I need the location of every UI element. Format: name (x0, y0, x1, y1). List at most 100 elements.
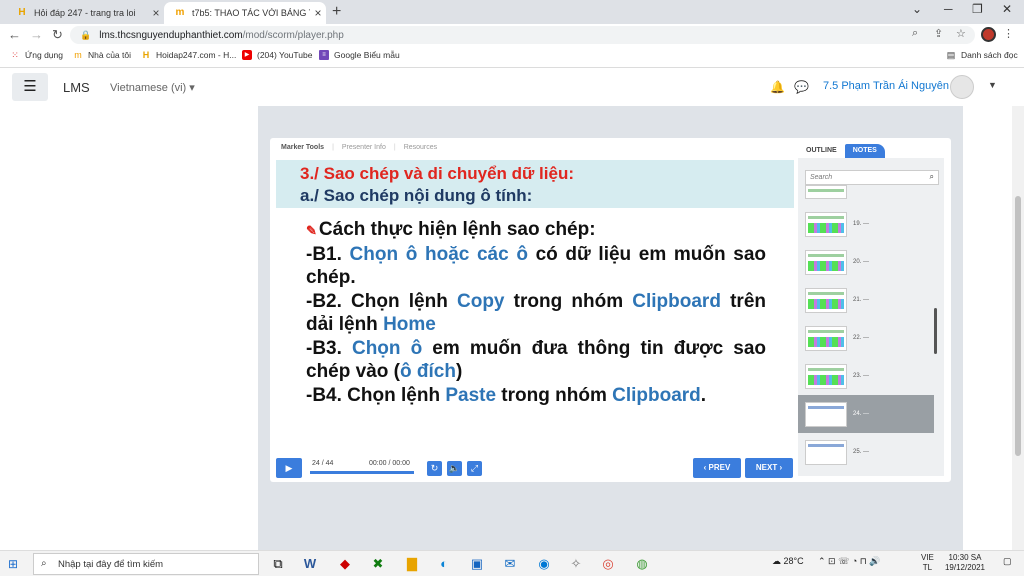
bookmark-youtube[interactable]: ▶ (204) YouTube (242, 50, 312, 60)
close-tab-icon[interactable]: × (310, 6, 326, 20)
tab-notes[interactable]: NOTES (844, 144, 885, 158)
app-icon[interactable]: ◉ (534, 554, 554, 574)
reading-list[interactable]: ▤ Danh sách đọc (946, 50, 1018, 60)
outline-item-label: 19. --- (853, 221, 870, 227)
maximize-icon[interactable]: ❐ (972, 2, 983, 16)
word-app-icon[interactable]: W (300, 554, 320, 574)
task-view-icon[interactable]: ⧉ (268, 554, 288, 574)
outline-item-label: 25. --- (853, 449, 870, 455)
slide-thumbnail (805, 364, 847, 389)
weather-temp: 28°C (783, 556, 804, 566)
back-arrow-icon[interactable]: ← (8, 27, 21, 42)
chat-bubble-icon[interactable]: 💬 (794, 80, 809, 94)
outline-item[interactable]: 23. --- (798, 357, 934, 395)
zoom-icon[interactable]: ⌕ (912, 27, 918, 40)
playback-time: 00:00 / 00:00 (369, 460, 410, 467)
user-menu-caret-icon[interactable]: ▼ (988, 80, 997, 90)
tab-resources[interactable]: Resources (404, 144, 437, 151)
edge-browser-icon[interactable]: ◐ (434, 554, 454, 574)
step-b1: -B1. Chọn ô hoặc các ô có dữ liệu em muố… (306, 243, 766, 290)
text: trong nhóm (504, 290, 633, 312)
language-selector[interactable]: Vietnamese (vi) ▾ (110, 81, 195, 94)
bookmark-label: Hoidap247.com - H... (156, 50, 237, 60)
taskbar-search[interactable]: ⌕ Nhập tại đây để tìm kiếm (33, 553, 259, 575)
play-button[interactable]: ▶ (276, 458, 302, 478)
volume-icon[interactable]: 🔈 (447, 461, 462, 476)
lms-brand[interactable]: LMS (63, 80, 90, 95)
tab-search-chevron-icon[interactable]: ⌄ (912, 2, 922, 16)
slide-thumbnail (805, 402, 847, 427)
outline-item-partial[interactable] (798, 185, 934, 203)
outline-item[interactable]: 21. --- (798, 281, 934, 319)
tray-icons[interactable]: ⌃ ⊡ ☏ ◔ ⊓ 🔊 (818, 556, 881, 567)
bell-icon[interactable]: 🔔 (770, 80, 785, 94)
tab-outline[interactable]: OUTLINE (798, 144, 845, 158)
google-forms-icon: ≡ (319, 50, 329, 60)
hoidap-favicon-icon: H (142, 50, 150, 60)
close-tab-icon[interactable]: × (148, 6, 164, 20)
outline-sidebar: OUTLINE NOTES Search ⌕ 19. --- 20. --- 2… (798, 144, 944, 476)
star-bookmark-icon[interactable]: ☆ (956, 27, 966, 40)
bookmark-apps[interactable]: ⁙ Ứng dụng (10, 50, 63, 60)
menu-dots-icon[interactable]: ⋮ (1003, 27, 1014, 40)
weather-widget[interactable]: ☁ 28°C (772, 556, 804, 567)
fullscreen-icon[interactable]: ⤢ (467, 461, 482, 476)
tab-marker-tools[interactable]: Marker Tools (281, 144, 324, 151)
reload-icon[interactable]: ↻ (52, 27, 63, 43)
profile-avatar[interactable] (981, 27, 996, 42)
outline-item-selected[interactable]: 24. --- (798, 395, 934, 433)
outline-item[interactable]: 20. --- (798, 243, 934, 281)
url-field[interactable]: 🔒 lms.thcsnguyenduphanthiet.com /mod/sco… (70, 26, 975, 44)
outline-item[interactable]: 25. --- (798, 433, 934, 471)
seek-bar[interactable] (310, 471, 414, 474)
store-app-icon[interactable]: ▣ (467, 554, 487, 574)
tab-title: Hỏi đáp 247 - trang tra loi (34, 8, 136, 18)
taskbar-clock[interactable]: 10:30 SA 19/12/2021 (940, 553, 990, 573)
replay-icon[interactable]: ↻ (427, 461, 442, 476)
page-scrollbar[interactable] (1012, 106, 1024, 550)
windows-start-icon[interactable]: ⊞ (8, 557, 18, 571)
app-icon[interactable]: ◍ (632, 554, 652, 574)
bookmark-hoidap[interactable]: H Hoidap247.com - H... (141, 50, 237, 60)
next-button[interactable]: NEXT › (745, 458, 793, 478)
browser-tab-hoidap[interactable]: H Hỏi đáp 247 - trang tra loi × (6, 2, 164, 24)
share-icon[interactable]: ⇪ (934, 27, 943, 40)
browser-tab-lms[interactable]: m t7b5: THAO TÁC VỚI BẢNG TÍNH × (164, 2, 326, 24)
page-scroll-thumb[interactable] (1015, 196, 1021, 456)
prev-label: PREV (708, 463, 731, 472)
input-language[interactable]: VIE TL (921, 553, 934, 573)
bookmark-home[interactable]: m Nhà của tôi (73, 50, 131, 60)
outline-item[interactable]: 22. --- (798, 319, 934, 357)
sidebar-tabs: OUTLINE NOTES (798, 144, 885, 158)
file-explorer-icon[interactable]: ▇ (402, 554, 422, 574)
bookmark-google-forms[interactable]: ≡ Google Biểu mẫu (319, 50, 400, 60)
tools-app-icon[interactable]: ✧ (566, 554, 586, 574)
highlight-text: Paste (445, 384, 497, 406)
media-app-icon[interactable]: ◆ (335, 554, 355, 574)
caret-down-icon: ▾ (189, 82, 195, 94)
tab-presenter-info[interactable]: Presenter Info (342, 144, 386, 151)
outline-item[interactable]: 19. --- (798, 205, 934, 243)
xbox-app-icon[interactable]: ✖ (368, 554, 388, 574)
user-avatar[interactable] (950, 75, 974, 99)
search-icon[interactable]: ⌕ (930, 172, 934, 182)
thumbnail-grid (808, 299, 844, 309)
mail-app-icon[interactable]: ✉ (500, 554, 520, 574)
outline-item-label: 22. --- (853, 335, 870, 341)
bookmark-label: Google Biểu mẫu (334, 50, 400, 60)
notifications-icon[interactable]: ▢ (1003, 556, 1012, 567)
new-tab-button[interactable]: + (332, 3, 341, 21)
hamburger-menu-icon[interactable]: ☰ (12, 73, 48, 101)
user-name[interactable]: 7.5 Phạm Trần Ái Nguyên (823, 80, 949, 92)
chrome-browser-icon[interactable]: ◎ (598, 554, 618, 574)
language-label: Vietnamese (vi) (110, 82, 187, 94)
forward-arrow-icon[interactable]: → (30, 27, 43, 42)
prev-button[interactable]: ‹ PREV (693, 458, 741, 478)
minimize-icon[interactable]: ─ (944, 2, 953, 16)
outline-panel: Search ⌕ 19. --- 20. --- 21. --- 22. --- (798, 158, 944, 476)
outline-scroll-thumb[interactable] (934, 308, 937, 354)
close-window-icon[interactable]: ✕ (1002, 2, 1012, 16)
thumbnail-strip (808, 406, 844, 409)
outline-search-input[interactable]: Search ⌕ (805, 170, 939, 185)
thumbnail-strip (808, 189, 844, 192)
